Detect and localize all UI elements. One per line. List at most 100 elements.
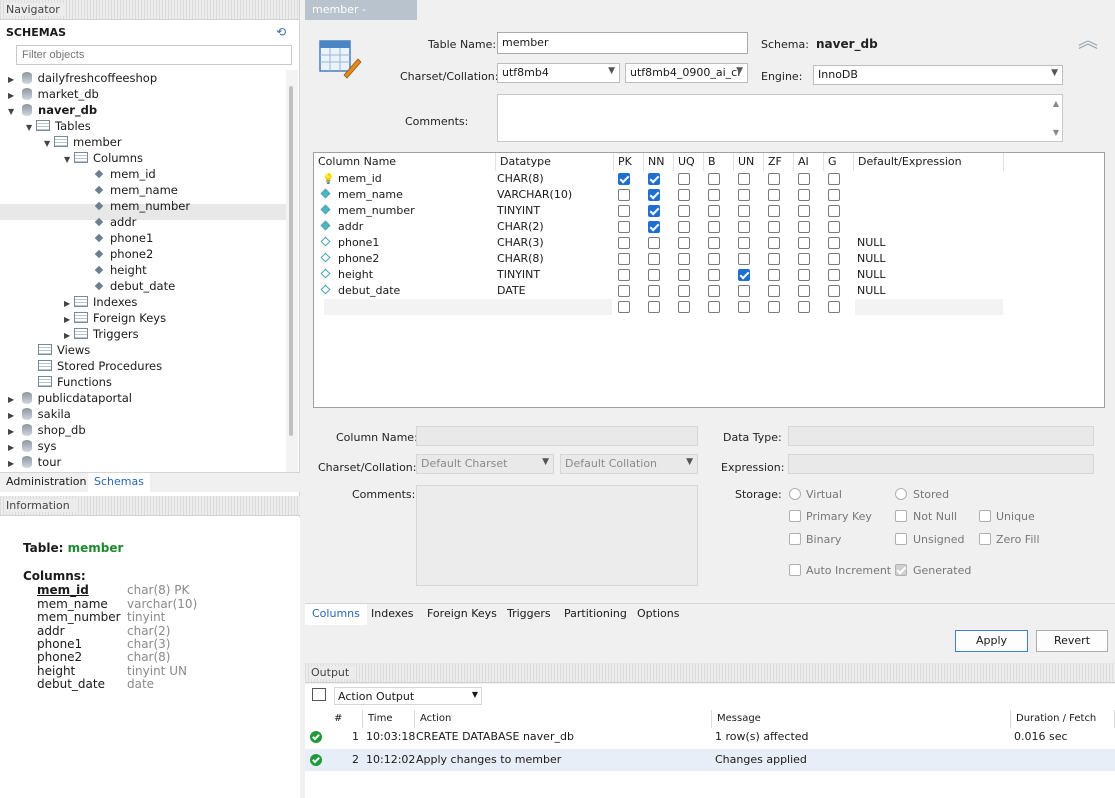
virtual-radio[interactable] (789, 488, 801, 500)
b-checkbox[interactable] (708, 285, 720, 297)
grid-cell-datatype[interactable]: CHAR(8) (497, 251, 544, 267)
grid-header-pk[interactable]: PK (614, 153, 644, 171)
collation-select[interactable]: utf8mb4_0900_ai_ci ▼ (625, 63, 748, 83)
auto-increment-checkbox[interactable] (789, 564, 801, 576)
g-checkbox[interactable] (828, 301, 840, 313)
un-checkbox[interactable] (738, 237, 750, 249)
tree-node-triggers[interactable]: ▶ Triggers (64, 326, 139, 342)
un-checkbox[interactable] (738, 301, 750, 313)
grid-header-uq[interactable]: UQ (674, 153, 704, 171)
unique-checkbox[interactable] (979, 510, 991, 522)
g-checkbox[interactable] (828, 269, 840, 281)
grid-row[interactable]: mem_name VARCHAR(10) (314, 187, 1104, 203)
nn-checkbox[interactable] (648, 189, 660, 201)
grid-row[interactable]: mem_number TINYINT (314, 203, 1104, 219)
grid-cell-column-name[interactable]: mem_name (338, 187, 403, 203)
stored-radio[interactable] (895, 488, 907, 500)
pk-checkbox[interactable] (618, 253, 630, 265)
tree-node-member[interactable]: ▼ member (44, 134, 122, 150)
uq-checkbox[interactable] (678, 253, 690, 265)
engine-select[interactable]: InnoDB ▼ (813, 65, 1063, 85)
zf-checkbox[interactable] (768, 285, 780, 297)
pk-checkbox[interactable] (618, 189, 630, 201)
tree-column-mem-id[interactable]: mem_id (92, 166, 156, 182)
action-output-select[interactable]: Action Output ▼ (334, 687, 482, 705)
uq-checkbox[interactable] (678, 189, 690, 201)
column-charset-select[interactable]: Default Charset ▼ (416, 454, 554, 474)
tab-columns[interactable]: Columns (305, 604, 367, 625)
grid-row[interactable]: debut_date DATE NULL (314, 283, 1104, 299)
ai-checkbox[interactable] (798, 253, 810, 265)
tree-node-market-db[interactable]: ▶ market_db (8, 86, 99, 102)
b-checkbox[interactable] (708, 173, 720, 185)
uq-checkbox[interactable] (678, 301, 690, 313)
pk-checkbox[interactable] (618, 237, 630, 249)
tree-node-publicdataportal[interactable]: ▶ publicdataportal (8, 390, 132, 406)
expression-input[interactable] (788, 454, 1094, 474)
uq-checkbox[interactable] (678, 237, 690, 249)
zf-checkbox[interactable] (768, 221, 780, 233)
generated-checkbox[interactable] (895, 564, 907, 576)
pk-checkbox[interactable] (618, 173, 630, 185)
tree-column-phone1[interactable]: phone1 (92, 230, 153, 246)
tab-schemas[interactable]: Schemas (88, 473, 150, 492)
tab-member-table[interactable]: member - Table✕ (305, 0, 417, 36)
collapse-up-icon[interactable]: ︽ (1078, 30, 1098, 50)
g-checkbox[interactable] (828, 205, 840, 217)
tree-column-height[interactable]: height (92, 262, 147, 278)
b-checkbox[interactable] (708, 221, 720, 233)
tree-node-functions[interactable]: Functions (38, 374, 112, 390)
b-checkbox[interactable] (708, 205, 720, 217)
ai-checkbox[interactable] (798, 269, 810, 281)
zf-checkbox[interactable] (768, 269, 780, 281)
grid-cell-datatype[interactable]: TINYINT (497, 203, 540, 219)
ai-checkbox[interactable] (798, 301, 810, 313)
grid-cell-default[interactable]: NULL (857, 283, 886, 299)
pk-checkbox[interactable] (618, 269, 630, 281)
tree-node-sys[interactable]: ▶ sys (8, 438, 56, 454)
zf-checkbox[interactable] (768, 237, 780, 249)
grid-row[interactable]: phone1 CHAR(3) NULL (314, 235, 1104, 251)
tree-node-columns[interactable]: ▼ Columns (64, 150, 143, 166)
grid-cell-default[interactable]: NULL (857, 235, 886, 251)
uq-checkbox[interactable] (678, 221, 690, 233)
nn-checkbox[interactable] (648, 221, 660, 233)
grid-header-zf[interactable]: ZF (764, 153, 794, 171)
tree-column-phone2[interactable]: phone2 (92, 246, 153, 262)
grid-row[interactable]: height TINYINT NULL (314, 267, 1104, 283)
ai-checkbox[interactable] (798, 237, 810, 249)
grid-cell-datatype[interactable]: DATE (497, 283, 526, 299)
uq-checkbox[interactable] (678, 285, 690, 297)
un-checkbox[interactable] (738, 253, 750, 265)
un-checkbox[interactable] (738, 189, 750, 201)
b-checkbox[interactable] (708, 253, 720, 265)
copy-icon[interactable] (312, 688, 326, 701)
nn-checkbox[interactable] (648, 173, 660, 185)
tree-node-tour[interactable]: ▶ tour (8, 454, 61, 470)
grid-row[interactable]: addr CHAR(2) (314, 219, 1104, 235)
grid-cell-column-name[interactable]: debut_date (338, 283, 400, 299)
grid-cell-default[interactable]: NULL (857, 267, 886, 283)
scrollbar-thumb[interactable] (289, 86, 293, 436)
grid-cell-column-name[interactable]: mem_id (338, 171, 382, 187)
ai-checkbox[interactable] (798, 189, 810, 201)
g-checkbox[interactable] (828, 237, 840, 249)
tree-column-addr[interactable]: addr (92, 214, 136, 230)
g-checkbox[interactable] (828, 173, 840, 185)
scroll-down-icon[interactable]: ▼ (1053, 128, 1059, 137)
charset-select[interactable]: utf8mb4 ▼ (497, 63, 620, 83)
collapse-icon[interactable]: ▼ (44, 136, 54, 152)
tree-column-debut-date[interactable]: debut_date (92, 278, 175, 294)
grid-cell-column-name[interactable]: addr (338, 219, 363, 235)
uq-checkbox[interactable] (678, 205, 690, 217)
nn-checkbox[interactable] (648, 301, 660, 313)
tree-node-stored-procedures[interactable]: Stored Procedures (38, 358, 162, 374)
b-checkbox[interactable] (708, 237, 720, 249)
unsigned-checkbox[interactable] (895, 533, 907, 545)
tree-column-mem-name[interactable]: mem_name (92, 182, 178, 198)
pk-checkbox[interactable] (618, 285, 630, 297)
zf-checkbox[interactable] (768, 189, 780, 201)
tree-column-mem-number[interactable]: mem_number (92, 198, 190, 214)
refresh-icon[interactable]: ⟲ (276, 25, 286, 39)
tab-indexes[interactable]: Indexes (364, 604, 420, 625)
